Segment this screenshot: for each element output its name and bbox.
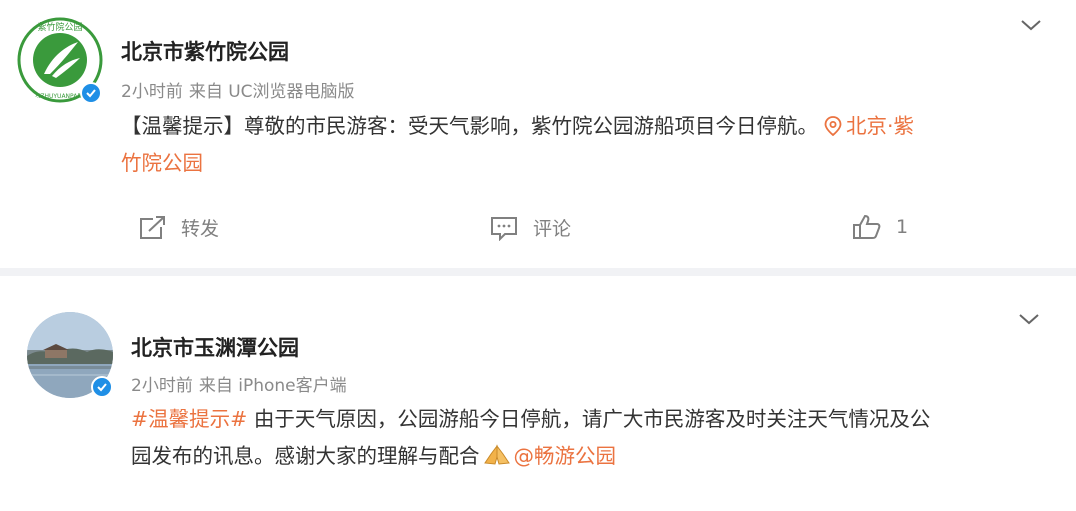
post-yuyuantan: 北京市玉渊潭公园 2小时前 来自 iPhone客户端 #温馨提示# 由于天气原因，… — [0, 276, 1076, 511]
praying-hands-emoji-icon — [483, 444, 510, 465]
svg-text:紫竹院公园: 紫竹院公园 — [37, 21, 82, 33]
comment-label: 评论 — [533, 218, 572, 240]
post-text: 【温馨提示】尊敬的市民游客：受天气影响，紫竹院公园游船项目今日停航。 — [121, 114, 818, 138]
post-zizhuyuan: 紫竹院公园 ZIZHUYUANPARK 北京市紫竹院公园 2小时前 来自 UC浏览… — [0, 0, 1076, 268]
mention-link[interactable]: @畅游公园 — [514, 444, 617, 468]
location-text-1: 北京·紫 — [846, 114, 915, 138]
repost-icon — [140, 215, 165, 239]
post-time[interactable]: 2小时前 — [131, 376, 193, 396]
like-button[interactable]: 1 — [852, 214, 908, 240]
post-text-1: 由于天气原因，公园游船今日停航，请广大市民游客及时关注天气情况及公 — [247, 407, 931, 431]
post-source: 来自 UC浏览器电脑版 — [188, 82, 355, 102]
verified-badge-icon — [91, 376, 113, 398]
verified-badge-icon — [80, 82, 102, 104]
post-separator — [0, 268, 1076, 276]
comment-icon — [491, 216, 517, 241]
location-pin-icon — [824, 116, 842, 137]
comment-button[interactable]: 评论 — [489, 214, 571, 241]
post-source: 来自 iPhone客户端 — [198, 376, 347, 396]
post-author-name[interactable]: 北京市玉渊潭公园 — [131, 332, 299, 362]
chevron-down-icon[interactable] — [1018, 312, 1040, 326]
location-text-2: 竹院公园 — [121, 151, 203, 175]
post-content: #温馨提示# 由于天气原因，公园游船今日停航，请广大市民游客及时关注天气情况及公… — [131, 401, 1051, 475]
hashtag-link[interactable]: #温馨提示# — [131, 407, 247, 431]
repost-label: 转发 — [181, 218, 220, 240]
post-meta: 2小时前 来自 UC浏览器电脑版 — [121, 77, 361, 102]
post-content: 【温馨提示】尊敬的市民游客：受天气影响，紫竹院公园游船项目今日停航。 北京·紫竹院… — [121, 108, 1051, 182]
post-actions: 转发 评论 1 — [0, 214, 1076, 258]
like-count: 1 — [896, 216, 909, 238]
post-text-2: 园发布的讯息。感谢大家的理解与配合 — [131, 444, 480, 468]
post-time[interactable]: 2小时前 — [121, 82, 183, 102]
chevron-down-icon[interactable] — [1020, 18, 1042, 32]
svg-text:ZIZHUYUANPARK: ZIZHUYUANPARK — [35, 93, 87, 100]
post-author-name[interactable]: 北京市紫竹院公园 — [121, 36, 289, 66]
repost-button[interactable]: 转发 — [137, 214, 219, 241]
post-meta: 2小时前 来自 iPhone客户端 — [131, 371, 353, 396]
thumbs-up-icon — [853, 214, 881, 239]
